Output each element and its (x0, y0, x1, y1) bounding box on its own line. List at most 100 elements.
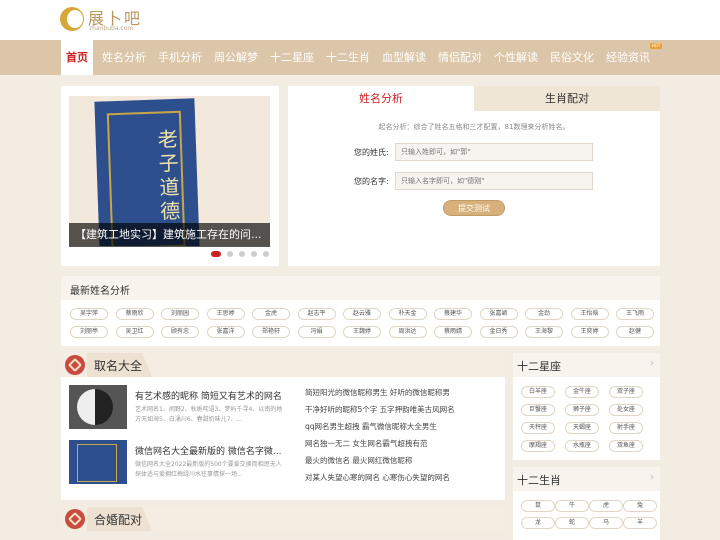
chinese-zodiac-tag[interactable]: 羊 (623, 517, 657, 529)
qiming-title[interactable]: 取名大全 (94, 357, 142, 374)
name-tag[interactable]: 王怡晗 (570, 308, 609, 320)
chinese-zodiac-title[interactable]: 十二生肖 (517, 472, 561, 488)
name-tag[interactable]: 张嘉洋 (206, 326, 245, 338)
tab-name-analysis[interactable]: 姓名分析 (288, 86, 474, 111)
name-tag[interactable]: 金劲 (525, 308, 563, 320)
name-tag[interactable]: 张嘉颖 (479, 308, 518, 320)
name-tag[interactable]: 蔡建华 (434, 308, 472, 320)
name-tag[interactable]: 刘丽园 (161, 308, 199, 320)
name-tag[interactable]: 冯娟 (297, 326, 336, 338)
name-tag[interactable]: 王海黎 (525, 326, 563, 338)
name-tag[interactable]: 王奕婷 (570, 326, 609, 338)
slider-dot-4[interactable] (251, 251, 257, 257)
chinese-zodiac-sidebar: 十二生肖 › 鼠牛虎兔龙蛇马羊 (513, 467, 660, 540)
name-tag[interactable]: 王魏婷 (343, 326, 381, 338)
zodiac-tag[interactable]: 射手座 (609, 422, 643, 434)
nav-name-analysis[interactable]: 姓名分析 (98, 40, 150, 75)
name-tag[interactable]: 金日秀 (479, 326, 518, 338)
name-tag[interactable]: 赵志平 (297, 308, 336, 320)
zodiac-tag[interactable]: 巨蟹座 (521, 404, 555, 416)
submit-button[interactable]: 提交测试 (443, 200, 505, 216)
nav-home[interactable]: 首页 (61, 40, 93, 75)
tab-zodiac-match[interactable]: 生肖配对 (474, 86, 660, 111)
latest-header (61, 276, 660, 300)
analysis-form-card: 姓名分析 生肖配对 起名分析：综合了姓名五格和三才配置，81数理来分析姓名。 您… (288, 86, 660, 266)
site-logo[interactable]: 展卜吧 zhanbuba.com (60, 4, 200, 36)
slide-caption[interactable]: 【建筑工地实习】建筑施工存在的问... (69, 223, 270, 247)
nav-experience[interactable]: 经验资讯 (602, 40, 654, 75)
logo-subtitle: zhanbuba.com (89, 25, 134, 32)
nav-couple-match[interactable]: 情侣配对 (434, 40, 486, 75)
nav-zodiac[interactable]: 十二星座 (266, 40, 318, 75)
nav-phone-analysis[interactable]: 手机分析 (154, 40, 206, 75)
name-tag[interactable]: 王飞雨 (616, 308, 654, 320)
name-tag[interactable]: 朴天金 (388, 308, 427, 320)
nav-personality[interactable]: 个性解读 (490, 40, 542, 75)
name-input[interactable] (395, 172, 593, 190)
slider-dot-2[interactable] (227, 251, 233, 257)
qiming-section-header: 取名大全 (61, 353, 505, 377)
surname-input[interactable] (395, 143, 593, 161)
name-tag[interactable]: 蔡雨婧 (434, 326, 472, 338)
moon-icon (60, 7, 84, 31)
article-link[interactable]: 简短阳光的微信昵称男生 好听的微信昵称男 (305, 387, 450, 398)
chinese-zodiac-tag[interactable]: 兔 (623, 500, 657, 512)
knot-icon (65, 355, 85, 375)
nav-folk-culture[interactable]: 民俗文化 (546, 40, 598, 75)
article-title[interactable]: 微信网名大全最新版的 微信名字微... (135, 444, 281, 457)
zodiac-tag[interactable]: 狮子座 (565, 404, 599, 416)
yinyang-thumbnail[interactable] (69, 385, 127, 429)
nav-chinese-zodiac[interactable]: 十二生肖 (322, 40, 374, 75)
zodiac-tag[interactable]: 金牛座 (565, 386, 599, 398)
article-link[interactable]: qq网名男生超拽 霸气微信昵称大全男生 (305, 421, 437, 432)
article-link[interactable]: 干净好听的昵称5个字 五字押韵唯美古风网名 (305, 404, 455, 415)
chevron-right-icon[interactable]: › (650, 358, 654, 369)
zodiac-tag[interactable]: 摩羯座 (521, 440, 555, 452)
name-tag[interactable]: 金虎 (252, 308, 290, 320)
zodiac-tag[interactable]: 双子座 (609, 386, 643, 398)
name-tag[interactable]: 郑艳轩 (252, 326, 290, 338)
chinese-zodiac-tag[interactable]: 牛 (555, 500, 589, 512)
article-desc: 艺术网名1、闹野2、秋栀咤语3、梦屿千寻4、以南的地方天如海5、白涌川6、春甜奶… (135, 406, 283, 423)
article-title[interactable]: 有艺术感的昵称 简短又有艺术的网名 (135, 389, 282, 402)
top-bar: 展卜吧 zhanbuba.com (0, 0, 720, 40)
article-link[interactable]: 最火的微信名 最火网红微信昵称 (305, 455, 412, 466)
slider-dot-1[interactable] (211, 251, 221, 257)
name-tag[interactable]: 赵健 (616, 326, 654, 338)
name-tag[interactable]: 周洪达 (388, 326, 427, 338)
zodiac-tag[interactable]: 天蝎座 (565, 422, 599, 434)
name-tag[interactable]: 蔡雨欣 (115, 308, 154, 320)
name-tag[interactable]: 顾有忠 (161, 326, 199, 338)
name-tag[interactable]: 王思婷 (206, 308, 245, 320)
slider-dot-5[interactable] (263, 251, 269, 257)
zodiac-tag[interactable]: 处女座 (609, 404, 643, 416)
name-tag[interactable]: 吴宇萍 (70, 308, 108, 320)
name-tag[interactable]: 赵云雅 (343, 308, 381, 320)
article-link[interactable]: 对某人失望心寒的网名 心寒伤心失望的网名 (305, 472, 450, 483)
nav-dream[interactable]: 周公解梦 (210, 40, 262, 75)
nav-blood-type[interactable]: 血型解读 (378, 40, 430, 75)
zodiac-tag[interactable]: 白羊座 (521, 386, 555, 398)
image-slider: 老子道德 【建筑工地实习】建筑施工存在的问... (61, 86, 279, 266)
zodiac-tag[interactable]: 双鱼座 (609, 440, 643, 452)
name-tag[interactable]: 刘丽亭 (70, 326, 108, 338)
hehun-title[interactable]: 合婚配对 (94, 511, 142, 528)
chevron-right-icon[interactable]: › (650, 472, 654, 483)
chinese-zodiac-tag[interactable]: 龙 (521, 517, 555, 529)
chinese-zodiac-tag[interactable]: 鼠 (521, 500, 555, 512)
chinese-zodiac-tag[interactable]: 蛇 (555, 517, 589, 529)
surname-label: 您的姓氏: (354, 148, 389, 157)
knot-icon (65, 509, 85, 529)
slider-dot-3[interactable] (239, 251, 245, 257)
article-link[interactable]: 网名独一无二 女生网名霸气超拽有范 (305, 438, 427, 449)
qiming-card: 有艺术感的昵称 简短又有艺术的网名 艺术网名1、闹野2、秋栀咤语3、梦屿千寻4、… (61, 377, 505, 500)
zodiac-sidebar: 十二星座 › 白羊座 金牛座 双子座巨蟹座 狮子座 处女座天秤座 天蝎座 射手座摩羯座 水瓶座… (513, 353, 660, 460)
zodiac-tag[interactable]: 天秤座 (521, 422, 555, 434)
zodiac-tag[interactable]: 水瓶座 (565, 440, 599, 452)
chinese-zodiac-tag[interactable]: 虎 (589, 500, 623, 512)
chinese-zodiac-tag[interactable]: 马 (589, 517, 623, 529)
article-desc: 微信网名大全2022最新版的500个要爱交换而相思无人探体适与爱拥红梅绿川水往事… (135, 461, 282, 478)
book-thumbnail[interactable] (69, 440, 127, 484)
zodiac-title[interactable]: 十二星座 (517, 358, 561, 374)
name-tag[interactable]: 吴卫红 (115, 326, 154, 338)
